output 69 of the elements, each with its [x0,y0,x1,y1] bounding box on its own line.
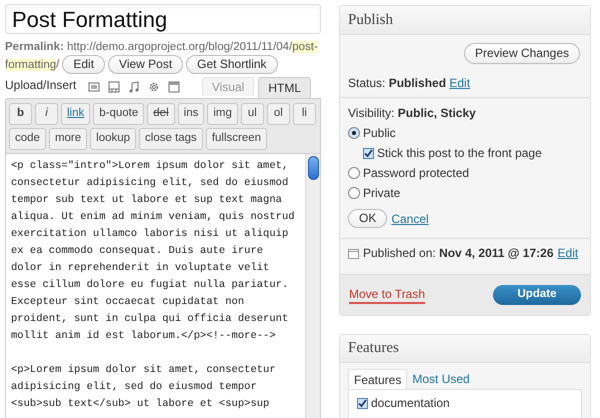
radio-button[interactable] [348,127,360,139]
music-note-icon[interactable] [128,81,140,93]
code-line: Excepteur sint occaecat cupidatat non [11,295,244,310]
image-icon[interactable] [88,81,100,93]
upload-insert-label[interactable]: Upload/Insert [5,76,76,94]
code-line: <p>Lorem ipsum dolor sit amet, consectetur [11,363,276,378]
editor-tab[interactable]: HTML [258,77,311,98]
code-line: dolor in reprehenderit in voluptate velit [11,261,270,276]
format-button[interactable]: code [9,128,46,150]
checkbox[interactable] [357,398,368,408]
video-icon[interactable] [108,81,120,93]
scrollbar-thumb[interactable] [308,156,318,180]
code-line: proident, sunt in culpa qui officia deserunt [11,312,288,327]
preview-changes-button[interactable]: Preview Changes [464,43,580,64]
format-button[interactable]: fullscreen [206,128,268,150]
code-line: esse cillum dolore eu fugiat nulla pariatur. [11,278,288,293]
code-line: aliqua. Ut enim ad minim veniam, quis nostrud [11,210,295,225]
code-line: consectetur adipisicing elit, sed do eiusmod [11,176,288,191]
checkbox-label: Stick this post to the front page [377,145,542,162]
published-on-text: Published on: Nov 4, 2011 @ 17:26 [363,245,554,262]
radio-button[interactable] [348,187,360,199]
category-tab[interactable]: Most Used [407,369,475,389]
radio-button[interactable] [348,167,360,179]
format-button[interactable]: img [207,103,238,125]
code-line: <p class="intro">Lorem ipsum dolor sit amet, [11,159,288,174]
update-button[interactable]: Update [493,285,581,305]
edit-status-link[interactable]: Edit [449,76,470,90]
window-icon[interactable] [168,81,180,93]
code-line: mollit anim id est laborum.</p><!--more--> [11,329,276,344]
code-line: exercitation ullamco laboris nisi ut aliquip [11,227,288,242]
edit-date-link[interactable]: Edit [558,244,578,262]
calendar-icon [348,248,359,258]
format-button[interactable]: lookup [90,128,136,150]
format-button[interactable]: i [35,103,58,125]
radio-label: Public [363,125,396,142]
permalink-button[interactable]: Edit [62,55,106,74]
permalink-button[interactable]: Get Shortlink [186,55,278,74]
permalink-text: formatting/ [5,58,60,71]
gear-icon[interactable] [148,81,160,93]
permalink-text: Permalink: http://demo.argoproject.org/blog/2011/11/04/post- [5,41,318,53]
radio-label: Password protected [363,165,470,182]
format-button[interactable]: close tags [139,128,203,150]
category-tab[interactable]: Features [348,369,408,389]
format-button[interactable]: b-quote [93,103,144,125]
html-editor-area[interactable] [5,154,321,418]
format-button[interactable]: del [147,103,175,125]
code-line: tempor sub text ut labore et sup text magna [11,193,282,208]
format-button[interactable]: li [292,103,316,125]
visibility-text: Visibility: Public, Sticky [348,105,477,122]
ok-button[interactable]: OK [348,209,388,228]
format-button[interactable]: more [48,128,88,150]
status-text: Status: Published [348,76,446,90]
panel-title: Publish [348,10,394,30]
code-line: <sub>sub text</sub> ut labore et <sup>sup [11,397,270,412]
move-to-trash-link[interactable]: Move to Trash [349,286,426,304]
format-button[interactable]: ul [240,103,264,125]
title-field[interactable]: Post Formatting [5,4,321,34]
format-button[interactable]: ol [266,103,290,125]
format-button[interactable]: ins [178,103,204,125]
permalink-button[interactable]: View Post [108,55,184,74]
format-button[interactable]: b [9,103,32,125]
panel-title: Features [348,339,399,358]
checkbox-label: documentation [371,395,450,412]
code-line: ex ea commodo consequat. Duis aute irure [11,244,264,259]
code-line: adipisicing elit, sed do eiusmod tempor [11,380,257,395]
checkbox[interactable] [363,148,374,158]
format-button[interactable]: link [61,103,90,125]
radio-label: Private [363,185,400,202]
cancel-link[interactable]: Cancel [391,210,429,228]
